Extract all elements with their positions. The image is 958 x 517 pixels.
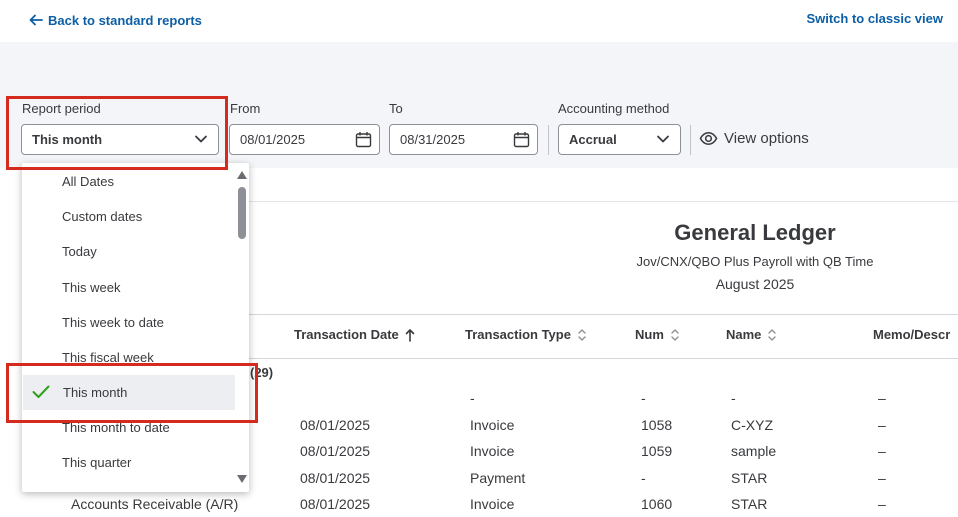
- view-options-button[interactable]: View options: [699, 129, 809, 148]
- dropdown-option-today[interactable]: Today: [22, 234, 235, 269]
- cell-name: sample: [731, 443, 777, 459]
- column-header-num[interactable]: Num: [635, 327, 680, 342]
- cell-memo: –: [878, 417, 886, 433]
- column-header-memo[interactable]: Memo/Descr: [873, 327, 950, 342]
- back-link-label: Back to standard reports: [48, 12, 202, 28]
- cell-date: 08/01/2025: [300, 496, 371, 512]
- cell-num: -: [641, 390, 646, 406]
- checkmark-icon: [32, 385, 50, 398]
- cell-account: Accounts Receivable (A/R): [71, 496, 239, 512]
- report-period-label: Report period: [22, 101, 101, 116]
- report-period-select[interactable]: This month: [21, 124, 219, 155]
- switch-classic-view-link[interactable]: Switch to classic view: [806, 11, 943, 26]
- cell-date: 08/01/2025: [300, 443, 371, 459]
- dropdown-option-this-quarter[interactable]: This quarter: [22, 445, 235, 480]
- dropdown-option-this-week-to-date[interactable]: This week to date: [22, 305, 235, 340]
- dropdown-option-this-week[interactable]: This week: [22, 270, 235, 305]
- sort-icon: [768, 328, 777, 341]
- cell-memo: –: [878, 470, 886, 486]
- divider: [548, 125, 549, 155]
- sort-icon: [671, 328, 679, 341]
- report-period-value: This month: [32, 132, 103, 147]
- cell-type: -: [470, 390, 475, 406]
- cell-memo: –: [878, 390, 886, 406]
- column-header-label: Transaction Type: [465, 327, 571, 342]
- from-date-input[interactable]: 08/01/2025: [229, 124, 380, 155]
- chevron-down-icon: [657, 135, 669, 143]
- dropdown-option-this-month[interactable]: This month: [23, 375, 235, 410]
- column-header-transaction-type[interactable]: Transaction Type: [465, 327, 587, 342]
- cell-type: Invoice: [470, 496, 515, 512]
- cell-num: 1058: [641, 417, 673, 433]
- divider: [690, 125, 691, 155]
- back-to-reports-link[interactable]: Back to standard reports: [28, 12, 202, 28]
- accounting-method-select[interactable]: Accrual: [558, 124, 681, 155]
- report-period-text: August 2025: [715, 276, 795, 292]
- cell-num: 1059: [641, 443, 673, 459]
- accounting-method-value: Accrual: [569, 132, 617, 147]
- cell-name: STAR: [731, 496, 768, 512]
- chevron-down-icon: [195, 135, 207, 143]
- cell-memo: –: [878, 443, 886, 459]
- column-header-label: Transaction Date: [294, 327, 399, 342]
- cell-type: Payment: [470, 470, 526, 486]
- cell-name: -: [731, 390, 736, 406]
- to-date-input[interactable]: 08/31/2025: [389, 124, 538, 155]
- arrow-left-icon: [29, 14, 43, 26]
- view-options-label: View options: [724, 130, 809, 147]
- report-title: General Ledger: [674, 220, 836, 245]
- column-header-transaction-date[interactable]: Transaction Date: [294, 327, 415, 342]
- sort-icon: [578, 328, 586, 341]
- sort-ascending-icon: [405, 328, 415, 342]
- dropdown-option-custom-dates[interactable]: Custom dates: [22, 199, 235, 234]
- column-header-label: Memo/Descr: [873, 327, 951, 342]
- to-label: To: [389, 101, 403, 116]
- cell-num: -: [641, 470, 646, 486]
- cell-date: 08/01/2025: [300, 417, 371, 433]
- company-name: Jov/CNX/QBO Plus Payroll with QB Time: [636, 254, 874, 269]
- top-bar: Back to standard reports Switch to class…: [0, 0, 958, 42]
- column-header-name[interactable]: Name: [726, 327, 777, 342]
- dropdown-scrollbar[interactable]: [235, 163, 249, 492]
- scroll-up-arrow-icon[interactable]: [237, 171, 247, 179]
- eye-icon: [699, 132, 718, 145]
- calendar-icon[interactable]: [355, 131, 372, 148]
- dropdown-option-this-month-to-date[interactable]: This month to date: [22, 410, 235, 445]
- to-date-value: 08/31/2025: [400, 132, 466, 147]
- scroll-down-arrow-icon[interactable]: [237, 475, 247, 483]
- accounting-method-label: Accounting method: [558, 101, 670, 116]
- cell-name: C-XYZ: [731, 417, 773, 433]
- cell-type: Invoice: [470, 443, 515, 459]
- dropdown-option-all-dates[interactable]: All Dates: [22, 164, 235, 199]
- account-group-header[interactable]: (29): [250, 365, 273, 380]
- column-header-label: Num: [635, 327, 664, 342]
- cell-name: STAR: [731, 470, 768, 486]
- cell-type: Invoice: [470, 417, 515, 433]
- report-period-dropdown: All Dates Custom dates Today This week T…: [22, 163, 249, 492]
- dropdown-option-label: This month: [63, 385, 128, 400]
- from-date-value: 08/01/2025: [240, 132, 306, 147]
- cell-memo: –: [878, 496, 886, 512]
- calendar-icon[interactable]: [513, 131, 530, 148]
- scrollbar-thumb[interactable]: [238, 187, 246, 239]
- dropdown-option-this-fiscal-week[interactable]: This fiscal week: [22, 340, 235, 375]
- column-header-label: Name: [726, 327, 762, 342]
- cell-num: 1060: [641, 496, 673, 512]
- cell-date: 08/01/2025: [300, 470, 371, 486]
- from-label: From: [230, 101, 261, 116]
